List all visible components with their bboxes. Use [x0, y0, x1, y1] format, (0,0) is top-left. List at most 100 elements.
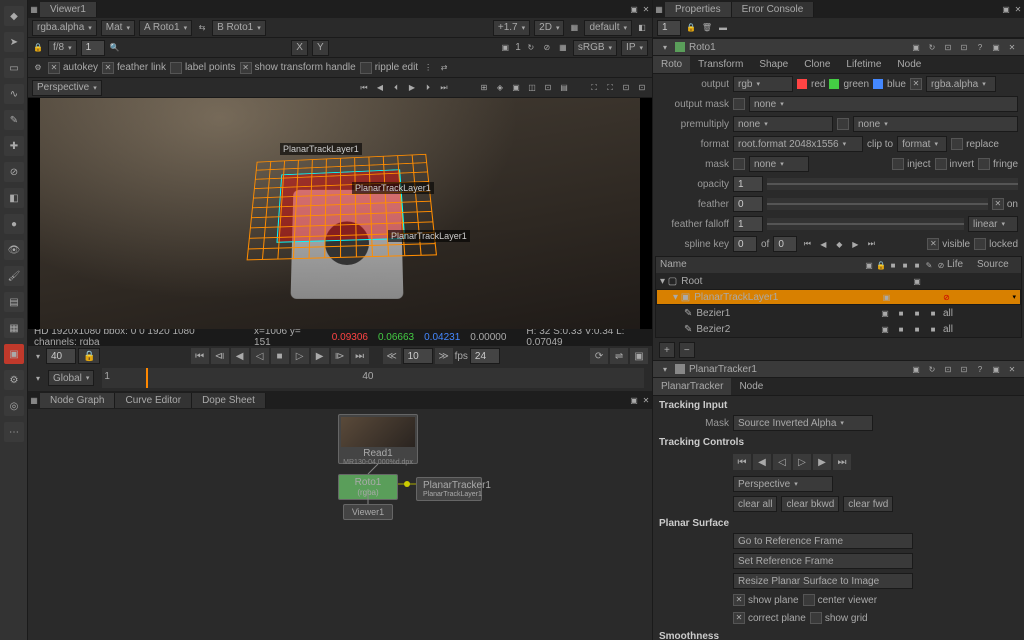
track-back-icon[interactable]: ◀	[753, 454, 771, 470]
range-start-input[interactable]	[46, 348, 76, 364]
transport-prevkey-icon[interactable]: ⧏	[211, 348, 229, 364]
vt-play-icon[interactable]: ▶	[406, 82, 418, 94]
planar-header[interactable]: ▾ PlanarTracker1 ▣ ↻ ⊡ ⊡ ? ▣ ✕	[653, 360, 1024, 378]
inject-check[interactable]: inject	[892, 158, 930, 170]
stereo-icon[interactable]: ▦	[568, 22, 580, 34]
viewer-canvas[interactable]: PlanarTrackLayer1 PlanarTrackLayer1 Plan…	[28, 98, 652, 329]
tool-pointer-icon[interactable]: ➤	[4, 32, 24, 52]
featherlink-check[interactable]: feather link	[102, 62, 166, 74]
loop-icon[interactable]: ⟳	[590, 348, 608, 364]
skip-back-icon[interactable]: ≪	[383, 348, 401, 364]
hdr-help-icon[interactable]: ?	[974, 41, 986, 53]
zoom-icon[interactable]: 🔍	[109, 42, 121, 54]
tool-text-icon[interactable]: ▦	[4, 318, 24, 338]
premult2-select[interactable]: none	[853, 116, 1018, 132]
transport-stepfwd-icon[interactable]: ▷	[291, 348, 309, 364]
phdr-help-icon[interactable]: ?	[974, 363, 986, 375]
subtab-clone[interactable]: Clone	[796, 56, 838, 73]
transport-stop-icon[interactable]: ■	[271, 348, 289, 364]
feather-input[interactable]	[733, 196, 763, 212]
falloff-mode-select[interactable]: linear	[968, 216, 1018, 232]
props-dock-icon[interactable]: ▦	[653, 3, 665, 15]
show-grid-check[interactable]: show grid	[810, 612, 868, 624]
node-planartracker1[interactable]: PlanarTracker1 PlanarTrackLayer1	[416, 477, 482, 501]
transport-first-icon[interactable]: ⏮	[191, 348, 209, 364]
tab-viewer1[interactable]: Viewer1	[40, 2, 97, 17]
feather-slider[interactable]	[767, 198, 988, 210]
center-viewer-check[interactable]: center viewer	[803, 594, 877, 606]
tool-eye-icon[interactable]: 👁	[4, 240, 24, 260]
key-next-icon[interactable]: ▶	[849, 238, 861, 250]
node-roto1[interactable]: Roto1 (rgba)	[338, 474, 398, 500]
invert-check[interactable]: invert	[935, 158, 974, 170]
labelpoints-check[interactable]: label points	[170, 62, 236, 74]
vt-nextkf-icon[interactable]: ⏵	[422, 82, 434, 94]
subtab-transform[interactable]: Transform	[690, 56, 751, 73]
lock-icon[interactable]: 🔒	[32, 42, 44, 54]
node-color-icon[interactable]	[675, 42, 685, 52]
green-chip[interactable]	[829, 79, 839, 89]
outputmask-select[interactable]: none	[749, 96, 1018, 112]
key-set-icon[interactable]: ◆	[833, 238, 845, 250]
hdr-d-icon[interactable]: ⊡	[958, 41, 970, 53]
subtab-roto[interactable]: Roto	[653, 56, 690, 73]
phdr-c-icon[interactable]: ⊡	[942, 363, 954, 375]
autokey-check[interactable]: autokey	[48, 62, 98, 74]
subtab-lifetime[interactable]: Lifetime	[838, 56, 889, 73]
vt-prev-icon[interactable]: ◀	[374, 82, 386, 94]
resize-button[interactable]: Resize Planar Surface to Image	[733, 573, 913, 589]
tool-gear-icon[interactable]: ⚙	[4, 370, 24, 390]
gear-icon[interactable]: ⚙	[32, 62, 44, 74]
opacity-slider[interactable]	[767, 178, 1018, 190]
mat-select[interactable]: Mat	[101, 20, 135, 36]
visible-check[interactable]: visible	[927, 238, 970, 250]
tool-add-icon[interactable]: ✚	[4, 136, 24, 156]
tree-row-root[interactable]: ▾ ▢Root ▣	[656, 273, 1021, 289]
format-select[interactable]: root.format 2048x1556	[733, 136, 863, 152]
outputmask-check[interactable]	[733, 98, 745, 110]
spline-input[interactable]	[733, 236, 757, 252]
set-ref-button[interactable]: Set Reference Frame	[733, 553, 913, 569]
region-icon[interactable]: ▦	[557, 42, 569, 54]
wipe-icon[interactable]: ◫	[526, 82, 538, 94]
vt-prevkf-icon[interactable]: ⏴	[390, 82, 402, 94]
vt-first-icon[interactable]: ⏮	[358, 82, 370, 94]
fringe-check[interactable]: fringe	[978, 158, 1018, 170]
track-mode-select[interactable]: Perspective	[733, 476, 833, 492]
phdr-b-icon[interactable]: ↻	[926, 363, 938, 375]
tab-dopesheet[interactable]: Dope Sheet	[192, 393, 266, 408]
tree-col-a-icon[interactable]: ■	[887, 259, 899, 271]
key-prev-icon[interactable]: ◀	[817, 238, 829, 250]
hdr-float-icon[interactable]: ▣	[990, 41, 1002, 53]
locked-check[interactable]: locked	[974, 238, 1018, 250]
props-clear-icon[interactable]: 🗑	[701, 22, 713, 34]
hdr-a-icon[interactable]: ▣	[910, 41, 922, 53]
guides-icon[interactable]: ⊡	[542, 82, 554, 94]
dim-select[interactable]: 2D	[534, 20, 564, 36]
falloff-input[interactable]	[733, 216, 763, 232]
add-shape-button[interactable]: +	[659, 342, 675, 358]
ng-dock-icon[interactable]: ▦	[28, 394, 40, 406]
roto-header[interactable]: ▾ Roto1 ▣ ↻ ⊡ ⊡ ? ▣ ✕	[653, 38, 1024, 56]
clear-fwd-button[interactable]: clear fwd	[843, 496, 893, 512]
fit3-icon[interactable]: ⊡	[620, 82, 632, 94]
red-chip[interactable]	[797, 79, 807, 89]
phdr-d-icon[interactable]: ⊡	[958, 363, 970, 375]
output-select[interactable]: rgb	[733, 76, 793, 92]
planar-color-icon[interactable]	[675, 364, 685, 374]
track-stepback-icon[interactable]: ◁	[773, 454, 791, 470]
tab-nodegraph[interactable]: Node Graph	[40, 393, 115, 408]
key-first-icon[interactable]: ⏮	[801, 238, 813, 250]
safe-icon[interactable]: ▣	[510, 82, 522, 94]
transport-nextkey-icon[interactable]: ⧐	[331, 348, 349, 364]
tool-cube-icon[interactable]: ◧	[4, 188, 24, 208]
hdr-close-icon[interactable]: ✕	[1006, 41, 1018, 53]
channel-select[interactable]: rgba.alpha	[32, 20, 97, 36]
track-stepfwd-icon[interactable]: ▷	[793, 454, 811, 470]
tree-row-planarlayer[interactable]: ▾ ▣PlanarTrackLayer1 ▣⊘	[656, 289, 1021, 305]
tool-curve-icon[interactable]: ∿	[4, 84, 24, 104]
showtransform-check[interactable]: show transform handle	[240, 62, 356, 74]
fit4-icon[interactable]: ⊡	[636, 82, 648, 94]
refresh-icon[interactable]: ↻	[525, 42, 537, 54]
subtab-planarnode[interactable]: Node	[731, 378, 771, 395]
